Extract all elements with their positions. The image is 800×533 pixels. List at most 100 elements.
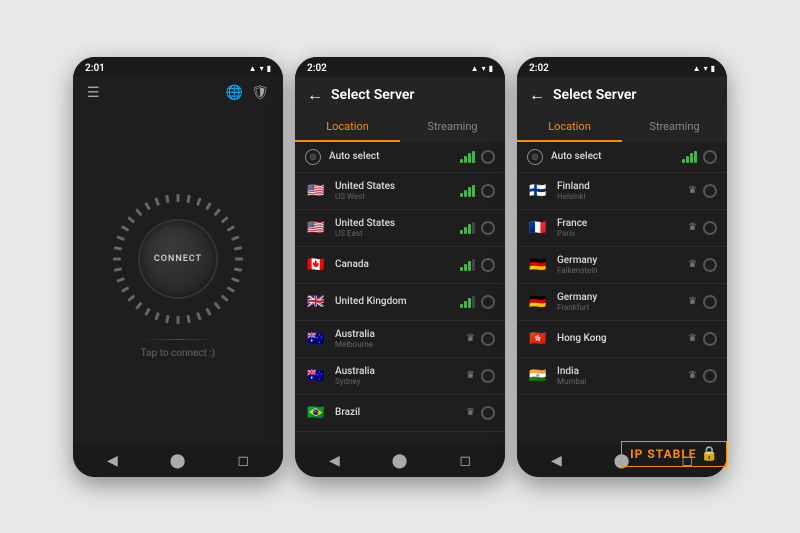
server-name: Germany [557, 255, 680, 266]
watermark-text: IP STABLE [630, 447, 696, 461]
flag-uk: 🇬🇧 [305, 291, 327, 313]
bar [464, 227, 467, 234]
server-info: France Paris [557, 218, 680, 238]
list-item[interactable]: 🇧🇷 Brazil ♛ [295, 395, 505, 432]
server-name: Canada [335, 259, 452, 270]
back-nav-2[interactable]: ◀ [329, 453, 340, 469]
globe-icon[interactable]: 🌐 [226, 85, 243, 101]
connect-screen: ☰ 🌐 🛡 // Will be injected after C [73, 77, 283, 445]
list-item[interactable]: 🇩🇪 Germany Frankfurt ♛ [517, 284, 727, 321]
radio-btn[interactable] [481, 406, 495, 420]
tab-streaming-3[interactable]: Streaming [622, 113, 727, 142]
list-item[interactable]: ◎ Auto select [517, 142, 727, 173]
dial-tick [221, 216, 229, 223]
dial-tick [116, 235, 125, 241]
list-item[interactable]: 🇺🇸 United States US West [295, 173, 505, 210]
list-item[interactable]: 🇺🇸 United States US East [295, 210, 505, 247]
radio-btn[interactable] [481, 258, 495, 272]
status-icons-2: ▲ ▾ ▮ [471, 64, 493, 73]
crown-icon: ♛ [688, 296, 697, 307]
server-actions: ♛ [688, 184, 717, 198]
dial-tick [165, 195, 169, 203]
radio-btn[interactable] [703, 184, 717, 198]
dial-tick [227, 225, 235, 232]
status-bar-1: 2:01 ▲ ▾ ▮ [73, 57, 283, 77]
list-item[interactable]: 🇨🇦 Canada [295, 247, 505, 284]
radio-btn[interactable] [703, 258, 717, 272]
bar [682, 159, 685, 163]
list-item[interactable]: 🇩🇪 Germany Falkenstein ♛ [517, 247, 727, 284]
radio-btn[interactable] [481, 369, 495, 383]
radio-btn[interactable] [703, 332, 717, 346]
dial-tick [177, 316, 180, 324]
server-name: Auto select [329, 151, 452, 162]
tab-location-2[interactable]: Location [295, 113, 400, 142]
bar [472, 296, 475, 308]
dial-tick [196, 197, 202, 206]
shield-icon[interactable]: 🛡 [251, 85, 269, 101]
back-arrow-2[interactable]: ← [307, 85, 323, 105]
radio-btn[interactable] [481, 184, 495, 198]
server-info: Germany Falkenstein [557, 255, 680, 275]
tabs-row-2: Location Streaming [295, 113, 505, 142]
dial-inner[interactable]: CONNECT [138, 219, 218, 299]
list-item[interactable]: 🇫🇮 Finland Helsinki ♛ [517, 173, 727, 210]
radio-btn[interactable] [703, 221, 717, 235]
signal-icon: ▲ [249, 64, 257, 73]
server-info: Hong Kong [557, 333, 680, 344]
server-actions: ♛ [688, 369, 717, 383]
bar [464, 190, 467, 197]
dial-tick [154, 197, 160, 206]
home-nav[interactable]: ⬤ [170, 453, 186, 469]
flag-de1: 🇩🇪 [527, 254, 549, 276]
server-info: United States US West [335, 181, 452, 201]
server-info: India Mumbai [557, 366, 680, 386]
dial-tick [205, 308, 212, 316]
dial-tick [165, 315, 169, 323]
watermark-box: IP STABLE 🔒 [621, 441, 727, 467]
back-nav-3[interactable]: ◀ [551, 453, 562, 469]
server-title-2: Select Server [331, 87, 414, 103]
server-sub: Melbourne [335, 340, 458, 349]
list-item[interactable]: 🇭🇰 Hong Kong ♛ [517, 321, 727, 358]
tab-location-3[interactable]: Location [517, 113, 622, 142]
list-item[interactable]: 🇬🇧 United Kingdom [295, 284, 505, 321]
server-name: Hong Kong [557, 333, 680, 344]
app-header-1: ☰ 🌐 🛡 [73, 77, 283, 109]
bar [472, 185, 475, 197]
radio-btn[interactable] [481, 221, 495, 235]
dial-tick [231, 277, 240, 283]
dial-tick [113, 258, 121, 261]
home-nav-2[interactable]: ⬤ [392, 453, 408, 469]
back-arrow-3[interactable]: ← [529, 85, 545, 105]
radio-btn[interactable] [481, 295, 495, 309]
dial-tick [186, 195, 190, 203]
list-item[interactable]: 🇦🇺 Australia Sydney ♛ [295, 358, 505, 395]
server-title-3: Select Server [553, 87, 636, 103]
server-sub: Helsinki [557, 192, 680, 201]
radio-btn[interactable] [703, 369, 717, 383]
list-item[interactable]: 🇫🇷 France Paris ♛ [517, 210, 727, 247]
list-item[interactable]: 🇦🇺 Australia Melbourne ♛ [295, 321, 505, 358]
bar [468, 298, 471, 308]
recent-nav[interactable]: ◻ [237, 453, 249, 469]
status-icons-3: ▲ ▾ ▮ [693, 64, 715, 73]
radio-btn[interactable] [481, 332, 495, 346]
server-sub: US East [335, 229, 452, 238]
recent-nav-2[interactable]: ◻ [459, 453, 471, 469]
dial-outer[interactable]: // Will be injected after CONNECT [113, 194, 243, 324]
nav-bar-2: ◀ ⬤ ◻ [295, 445, 505, 477]
menu-icon[interactable]: ☰ [87, 85, 100, 101]
tab-streaming-2[interactable]: Streaming [400, 113, 505, 142]
radio-btn[interactable] [481, 150, 495, 164]
back-nav[interactable]: ◀ [107, 453, 118, 469]
radio-btn[interactable] [703, 150, 717, 164]
dial-tick [114, 246, 122, 250]
list-item[interactable]: ◎ Auto select [295, 142, 505, 173]
list-item[interactable]: 🇮🇳 India Mumbai ♛ [517, 358, 727, 395]
flag-br: 🇧🇷 [305, 402, 327, 424]
nav-bar-1: ◀ ⬤ ◻ [73, 445, 283, 477]
flag-fr: 🇫🇷 [527, 217, 549, 239]
server-info: Brazil [335, 407, 458, 418]
radio-btn[interactable] [703, 295, 717, 309]
